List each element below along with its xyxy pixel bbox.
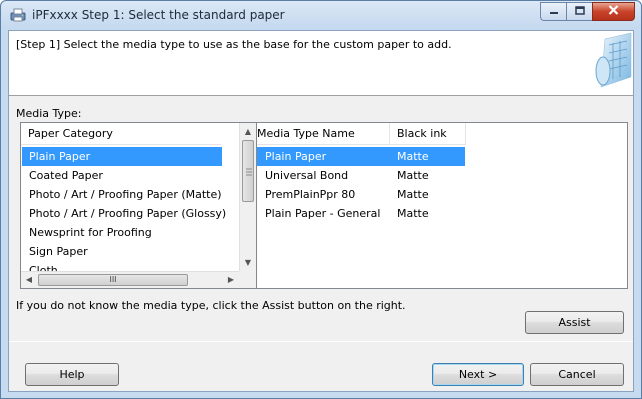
category-item[interactable]: Newsprint for Proofing [22,223,222,242]
minimize-icon [549,5,559,18]
paper-category-list[interactable]: Paper Category Plain Paper Coated Paper … [20,122,257,289]
minimize-button[interactable] [540,2,566,21]
category-item[interactable]: Coated Paper [22,166,222,185]
scroll-right-arrow-icon[interactable]: ▶ [223,272,239,288]
media-name: PremPlainPpr 80 [265,188,356,201]
media-type-label: Media Type: [16,107,82,120]
scroll-down-arrow-icon[interactable]: ▼ [240,254,256,271]
column-header-black-ink[interactable]: Black ink [390,123,465,145]
maximize-icon [574,5,585,18]
media-name: Plain Paper - General [265,207,381,220]
media-name: Plain Paper [265,150,327,163]
assist-hint: If you do not know the media type, click… [16,299,406,312]
media-row[interactable]: Plain Paper - General Matte [250,204,465,223]
dialog-window: iPFxxxx Step 1: Select the standard pape… [0,0,642,399]
media-row[interactable]: Plain Paper Matte [250,147,465,166]
footer-divider [9,341,633,342]
window-title: iPFxxxx Step 1: Select the standard pape… [32,8,285,22]
next-button[interactable]: Next > [432,363,524,386]
media-row[interactable]: Universal Bond Matte [250,166,465,185]
close-button[interactable] [592,2,635,21]
column-separator[interactable] [465,123,466,145]
cancel-button[interactable]: Cancel [530,363,624,386]
scrollbar-corner [239,271,256,288]
media-type-list[interactable]: Media Type Name Black ink Plain Paper Ma… [249,122,628,289]
assist-button[interactable]: Assist [525,311,624,334]
black-ink-value: Matte [397,169,429,182]
help-button[interactable]: Help [25,363,119,386]
category-label: Coated Paper [29,169,103,182]
scroll-left-arrow-icon[interactable]: ◀ [21,272,37,288]
black-ink-value: Matte [397,188,429,201]
category-label: Photo / Art / Proofing Paper (Matte) [29,188,222,201]
vertical-scroll-thumb[interactable] [242,140,254,202]
media-name: Universal Bond [265,169,349,182]
title-bar[interactable]: iPFxxxx Step 1: Select the standard pape… [1,1,641,29]
black-ink-value: Matte [397,150,429,163]
horizontal-scrollbar[interactable]: ◀ III ▶ [21,271,239,288]
media-row[interactable]: PremPlainPpr 80 Matte [250,185,465,204]
category-item[interactable]: Sign Paper [22,242,222,261]
column-header-media-type-name[interactable]: Media Type Name [250,123,389,145]
category-label: Sign Paper [29,245,88,258]
category-label: Plain Paper [29,150,91,163]
column-header-paper-category[interactable]: Paper Category [21,123,221,145]
black-ink-value: Matte [397,207,429,220]
paper-roll-graphic [587,31,633,95]
category-item[interactable]: Photo / Art / Proofing Paper (Glossy) [22,204,226,223]
category-label: Newsprint for Proofing [29,226,152,239]
category-item[interactable]: Plain Paper [22,147,222,166]
vertical-scrollbar[interactable]: ▲ ▼ [239,123,256,271]
printer-app-icon [10,8,26,22]
dialog-body: [Step 1] Select the media type to use as… [8,30,634,392]
category-item[interactable]: Photo / Art / Proofing Paper (Matte) [22,185,222,204]
horizontal-scroll-thumb[interactable]: III [38,274,188,286]
close-icon [608,5,619,18]
step-header: [Step 1] Select the media type to use as… [9,31,633,96]
category-label: Photo / Art / Proofing Paper (Glossy) [29,207,227,220]
step-instruction: [Step 1] Select the media type to use as… [16,38,452,51]
maximize-button[interactable] [566,2,592,21]
scroll-up-arrow-icon[interactable]: ▲ [240,123,256,140]
